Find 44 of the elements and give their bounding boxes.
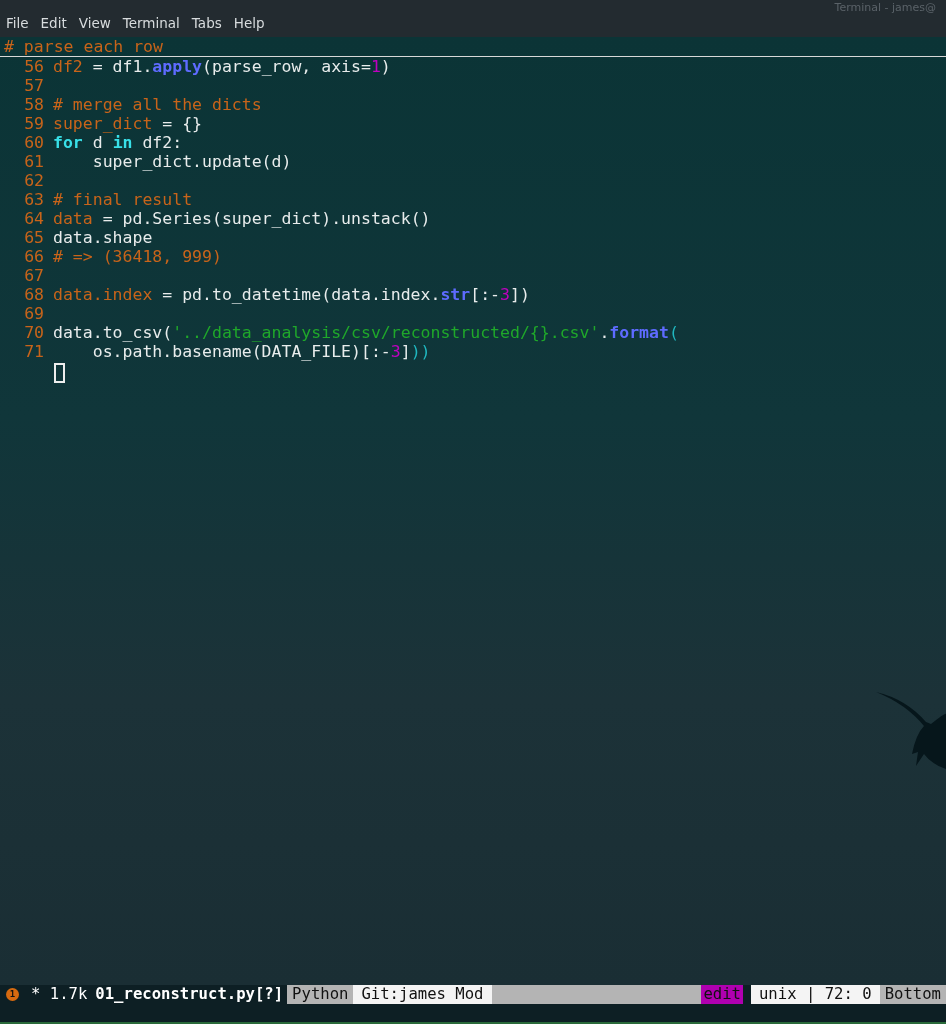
status-segment: Bottom (879, 985, 946, 1004)
code-line: super_dict = {} (53, 114, 202, 133)
line-number: 56 (23, 57, 45, 76)
code-line: # parse each row (0, 37, 946, 57)
code-line: data.shape (53, 228, 153, 247)
text-cursor (54, 363, 65, 383)
code-line: # => (36418, 999) (53, 247, 222, 266)
line-number: 65 (23, 228, 45, 247)
menu-item[interactable]: Tabs (185, 12, 228, 33)
line-number: 59 (23, 114, 45, 133)
code-line: data.to_csv('../data_analysis/csv/reconstructed/{}.csv'.format( (53, 323, 679, 342)
menu-item[interactable]: Edit (34, 12, 73, 33)
file-size-label: * 1.7k (30, 985, 89, 1004)
status-segment: unix | 72: 0 (751, 985, 880, 1004)
line-number: 63 (23, 190, 45, 209)
line-number: 61 (23, 152, 45, 171)
menu-item[interactable]: File (0, 12, 35, 33)
menu-item[interactable]: Help (227, 12, 271, 33)
mode-indicator: edit (701, 985, 743, 1004)
warning-badge: 1 (6, 988, 19, 1001)
line-number: 71 (23, 342, 45, 361)
code-line: data.index = pd.to_datetime(data.index.str[:-3]) (53, 285, 530, 304)
code-line: # merge all the dicts (53, 95, 262, 114)
menu-item[interactable]: Terminal (116, 12, 186, 33)
line-number: 68 (23, 285, 45, 304)
line-number: 57 (23, 76, 45, 95)
line-number: 62 (23, 171, 45, 190)
line-number: 60 (23, 133, 45, 152)
line-number: 67 (23, 266, 45, 285)
line-number: 66 (23, 247, 45, 266)
code-line: super_dict.update(d) (91, 152, 292, 171)
line-number: 69 (23, 304, 45, 323)
status-segment: Python (287, 985, 354, 1004)
line-number: 64 (23, 209, 45, 228)
line-number: 58 (23, 95, 45, 114)
menu-item[interactable]: View (72, 12, 117, 33)
code-line: os.path.basename(DATA_FILE)[:-3])) (91, 342, 431, 361)
line-number: 70 (23, 323, 45, 342)
code-line: data = pd.Series(super_dict).unstack() (53, 209, 431, 228)
code-line: # final result (53, 190, 193, 209)
code-line: for d in df2: (53, 133, 183, 152)
file-name: 01_reconstruct.py[?] (94, 985, 285, 1004)
status-segment: Git:james Mod (353, 985, 492, 1004)
code-line: df2 = df1.apply(parse_row, axis=1) (53, 57, 391, 76)
